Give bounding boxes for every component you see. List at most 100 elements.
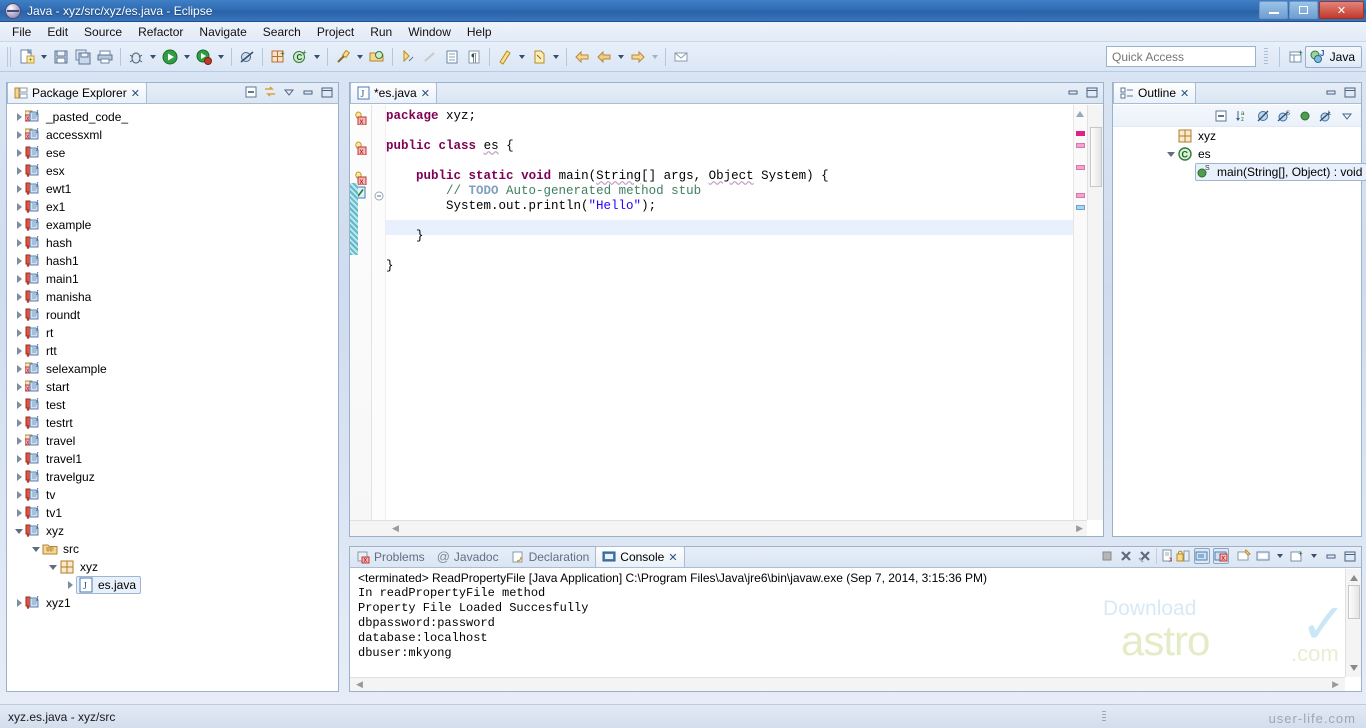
- menu-refactor[interactable]: Refactor: [130, 23, 191, 41]
- tree-item-content[interactable]: Jhash: [25, 235, 72, 251]
- editor-scroll-thumb[interactable]: [1090, 127, 1102, 187]
- chevron-right-icon[interactable]: [13, 198, 25, 216]
- outline-item-content[interactable]: Smain(String[], Object) : void: [1195, 163, 1366, 181]
- pin-console-icon[interactable]: [1236, 548, 1252, 564]
- maximize-icon[interactable]: [319, 84, 335, 100]
- view-menu-icon[interactable]: [281, 84, 297, 100]
- open-type-icon[interactable]: [366, 46, 388, 68]
- tree-item-content[interactable]: src: [42, 541, 79, 557]
- terminate-icon[interactable]: [1099, 548, 1115, 564]
- overview-up-arrow[interactable]: [1075, 107, 1085, 117]
- overview-warning-marker[interactable]: [1076, 143, 1085, 148]
- run-icon[interactable]: [159, 46, 181, 68]
- tree-item-ewt1[interactable]: Jewt1: [7, 180, 338, 198]
- new-wizard-dropdown-icon[interactable]: [41, 54, 47, 59]
- menu-search[interactable]: Search: [255, 23, 309, 41]
- tree-item-testrt[interactable]: Jtestrt: [7, 414, 338, 432]
- chevron-right-icon[interactable]: [13, 468, 25, 486]
- debug-icon[interactable]: [125, 46, 147, 68]
- outline-tree[interactable]: xyz Ces Smain(String[], Object) : void: [1113, 127, 1366, 181]
- menu-window[interactable]: Window: [400, 23, 459, 41]
- tree-item-travel[interactable]: x Jtravel: [7, 432, 338, 450]
- remove-all-launches-icon[interactable]: [1137, 548, 1153, 564]
- tree-item-content[interactable]: x Jtravel: [24, 433, 75, 449]
- outline-item-main-string----object---[interactable]: Smain(String[], Object) : void: [1113, 163, 1366, 181]
- tree-item-content[interactable]: Jxyz1: [25, 595, 71, 611]
- tab-es-java[interactable]: J *es.java ✕: [350, 82, 437, 103]
- tree-item-xyz[interactable]: xyz: [7, 558, 338, 576]
- console-vertical-scrollbar[interactable]: [1345, 569, 1361, 677]
- tree-item-content[interactable]: Jes.java: [76, 576, 142, 594]
- forward-dropdown-icon[interactable]: [652, 54, 658, 59]
- tree-item-content[interactable]: Jewt1: [25, 181, 71, 197]
- skip-breakpoints-icon[interactable]: [236, 46, 258, 68]
- tree-item-tv1[interactable]: Jtv1: [7, 504, 338, 522]
- chevron-right-icon[interactable]: [13, 486, 25, 504]
- outline-item-xyz[interactable]: xyz: [1113, 127, 1361, 145]
- minimize-icon[interactable]: [1323, 548, 1339, 564]
- chevron-right-icon[interactable]: [13, 432, 25, 450]
- chevron-right-icon[interactable]: [13, 126, 25, 144]
- tree-item-example[interactable]: Jexample: [7, 216, 338, 234]
- previous-annotation-icon[interactable]: [419, 46, 441, 68]
- tree-item-content[interactable]: Jtv: [25, 487, 55, 503]
- chevron-right-icon[interactable]: [13, 342, 25, 360]
- minimize-button[interactable]: [1259, 1, 1288, 19]
- editor-gutter[interactable]: x x x: [350, 105, 372, 520]
- tree-item-travelguz[interactable]: Jtravelguz: [7, 468, 338, 486]
- chevron-down-icon[interactable]: [30, 540, 42, 558]
- tree-item-test[interactable]: Jtest: [7, 396, 338, 414]
- next-annotation-icon[interactable]: [397, 46, 419, 68]
- chevron-right-icon[interactable]: [64, 576, 76, 594]
- tab-declaration[interactable]: Declaration: [505, 546, 596, 567]
- hide-non-public-icon[interactable]: [1297, 108, 1313, 124]
- view-menu-icon[interactable]: [1339, 108, 1355, 124]
- clear-console-icon[interactable]: x: [1156, 548, 1172, 564]
- console-horizontal-scrollbar[interactable]: ◀ ▶: [350, 677, 1345, 691]
- tree-item--pasted-code-[interactable]: x J _pasted_code_: [7, 108, 338, 126]
- tree-item-content[interactable]: Jex1: [25, 199, 65, 215]
- toolbar-grip-right[interactable]: [1264, 48, 1268, 66]
- close-icon[interactable]: ✕: [131, 87, 140, 100]
- toggle-block-selection-icon[interactable]: [441, 46, 463, 68]
- tab-package-explorer[interactable]: Package Explorer ✕: [7, 82, 147, 103]
- chevron-right-icon[interactable]: [13, 450, 25, 468]
- tree-item-travel1[interactable]: Jtravel1: [7, 450, 338, 468]
- tab-outline[interactable]: Outline ✕: [1113, 82, 1197, 103]
- editor-vertical-scrollbar[interactable]: [1087, 105, 1103, 520]
- tree-item-es-java[interactable]: Jes.java: [7, 576, 338, 594]
- chevron-right-icon[interactable]: [13, 288, 25, 306]
- tree-item-src[interactable]: src: [7, 540, 338, 558]
- maximize-icon[interactable]: [1342, 548, 1358, 564]
- back-icon[interactable]: [571, 46, 593, 68]
- tree-item-content[interactable]: Jtravel1: [25, 451, 82, 467]
- new-java-package-icon[interactable]: +: [267, 46, 289, 68]
- open-console-icon[interactable]: +: [1289, 548, 1305, 564]
- tree-item-tv[interactable]: Jtv: [7, 486, 338, 504]
- menu-edit[interactable]: Edit: [39, 23, 76, 41]
- overview-warning-marker[interactable]: [1076, 165, 1085, 170]
- next-edit-dropdown-icon[interactable]: [553, 54, 559, 59]
- back-alt-icon[interactable]: [593, 46, 615, 68]
- chevron-right-icon[interactable]: [13, 180, 25, 198]
- close-icon[interactable]: ✕: [421, 87, 430, 100]
- show-console-on-output-icon[interactable]: [1194, 548, 1210, 564]
- chevron-right-icon[interactable]: [13, 594, 25, 612]
- tree-item-content[interactable]: Jrt: [25, 325, 53, 341]
- save-icon[interactable]: [50, 46, 72, 68]
- show-console-on-error-icon[interactable]: x: [1213, 548, 1229, 564]
- chevron-right-icon[interactable]: [13, 252, 25, 270]
- tree-item-content[interactable]: Jmain1: [25, 271, 79, 287]
- restore-button[interactable]: [1289, 1, 1318, 19]
- tree-item-hash[interactable]: Jhash: [7, 234, 338, 252]
- tree-item-xyz[interactable]: Jxyz: [7, 522, 338, 540]
- new-java-class-dropdown-icon[interactable]: [314, 54, 320, 59]
- close-icon[interactable]: ✕: [1180, 87, 1189, 100]
- new-wizard-icon[interactable]: +: [16, 46, 38, 68]
- outline-item-es[interactable]: Ces: [1113, 145, 1361, 163]
- print-icon[interactable]: [94, 46, 116, 68]
- scroll-lock-icon[interactable]: [1175, 548, 1191, 564]
- hide-fields-icon[interactable]: [1255, 108, 1271, 124]
- search-icon[interactable]: [332, 46, 354, 68]
- error-marker[interactable]: x: [353, 111, 368, 128]
